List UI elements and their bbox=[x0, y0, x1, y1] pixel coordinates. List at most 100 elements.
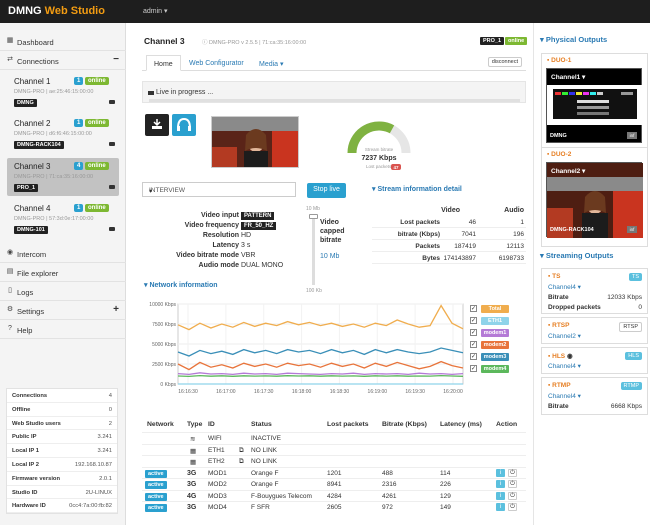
x-tick-label: 16:19:00 bbox=[368, 389, 388, 395]
legend-checkbox-total[interactable]: ✓ bbox=[470, 305, 477, 312]
x-tick-label: 16:19:30 bbox=[405, 389, 425, 395]
legend-checkbox-modem3[interactable]: ✓ bbox=[470, 353, 477, 360]
info-button[interactable]: i bbox=[496, 480, 505, 488]
info-icon[interactable]: inf bbox=[627, 226, 637, 233]
live-status-text: Live in progress ... bbox=[156, 89, 214, 96]
legend-modem2[interactable]: modem2 bbox=[481, 341, 509, 349]
nav-connections[interactable]: ⇄ Connections − bbox=[0, 52, 126, 70]
channel-sub: DMNG-PRO | ae:25:46:15:00:00 bbox=[14, 89, 94, 95]
nav-file-explorer[interactable]: ▤ File explorer bbox=[0, 264, 126, 282]
network-row: active 3G MOD1 Orange F 1201 488 114 i ⏻ bbox=[142, 466, 526, 479]
network-chart: 10000 Kbps 7500 Kbps 5000 Kbps 2500 Kbps 0 K… bbox=[136, 299, 528, 424]
profile-select[interactable]: INTERVIEW ▾ bbox=[142, 182, 296, 197]
collapse-icon[interactable]: − bbox=[113, 54, 119, 65]
power-button[interactable]: ⏻ bbox=[508, 468, 517, 477]
stream-output-value: 12033 Kbps bbox=[607, 294, 642, 301]
slider-track bbox=[312, 215, 315, 285]
camera-icon bbox=[109, 142, 115, 146]
channel-title: Channel 3 bbox=[144, 36, 185, 46]
expand-icon[interactable]: + bbox=[113, 304, 119, 315]
power-button[interactable]: ⏻ bbox=[508, 503, 517, 511]
channel-item-3[interactable]: Channel 3 4 online DMNG-PRO | 71:ca:35:1… bbox=[7, 158, 119, 196]
stat-row: Connections 4 bbox=[7, 389, 117, 403]
nav-help[interactable]: ? Help bbox=[0, 321, 126, 339]
device-name: ▪ DUO-1 bbox=[547, 57, 571, 64]
info-button[interactable]: i bbox=[496, 468, 505, 477]
rtmp-button[interactable]: RTMP bbox=[620, 382, 642, 390]
info-button[interactable]: i bbox=[496, 503, 505, 511]
stream-info-row: Bytes 174143897 6198733 bbox=[372, 253, 526, 264]
network-status: NO LINK bbox=[251, 458, 278, 465]
main-panel: Channel 3 ⓘ DMNG-PRO v 2.5.5 | 71:ca:35:… bbox=[136, 23, 528, 525]
bitrate-mode-label: Video bitrate mode bbox=[176, 252, 239, 259]
nav-logs[interactable]: ▯ Logs bbox=[0, 283, 126, 301]
stop-live-button[interactable]: Stop live bbox=[307, 183, 346, 198]
row-key: Packets bbox=[415, 243, 440, 250]
active-badge: active bbox=[145, 469, 167, 478]
record-button[interactable] bbox=[145, 114, 169, 136]
legend-checkbox-modem2[interactable]: ✓ bbox=[470, 341, 477, 348]
latency-label: Latency bbox=[212, 242, 239, 249]
stat-value: 192.168.10.87 bbox=[74, 461, 112, 468]
series-line-modem4 bbox=[177, 374, 464, 378]
network-status: Orange F bbox=[251, 481, 279, 488]
network-info-title[interactable]: ▾ Network information bbox=[144, 281, 218, 289]
stream-output-name-text: RTSP bbox=[552, 322, 570, 329]
physical-outputs-title[interactable]: ▾ Physical Outputs bbox=[540, 35, 607, 44]
stream-output-channel[interactable]: Channel4 ▾ bbox=[548, 392, 581, 400]
legend-modem1[interactable]: modem1 bbox=[481, 329, 509, 337]
hls-button[interactable]: HLS bbox=[625, 352, 642, 360]
tab-media[interactable]: Media ▾ bbox=[252, 55, 291, 71]
stream-output-channel[interactable]: Channel2 ▾ bbox=[548, 332, 581, 340]
channel-item-1[interactable]: Channel 1 1 online DMNG-PRO | ae:25:46:1… bbox=[7, 73, 119, 111]
bitrate-slider[interactable]: 10 Mb Video capped bitrate 10 Mb 100 Kb bbox=[305, 206, 355, 297]
channel-count-badge: 1 bbox=[74, 204, 84, 212]
legend-eth1[interactable]: ETH1 bbox=[481, 317, 509, 325]
ts-button[interactable]: TS bbox=[628, 273, 642, 281]
legend-checkbox-eth1[interactable]: ✓ bbox=[470, 317, 477, 324]
nav-settings[interactable]: ⚙ Settings + bbox=[0, 302, 126, 320]
nav-intercom[interactable]: ◉ Intercom bbox=[0, 245, 126, 263]
channel-subtitle-text: DMNG-PRO v 2.5.5 | 71:ca:35:16:00:00 bbox=[209, 40, 307, 46]
col-status: Status bbox=[251, 421, 272, 428]
row-audio: 1 bbox=[520, 219, 524, 226]
monitor-channel-select[interactable]: Channel2 ▾ bbox=[551, 167, 585, 175]
info-button[interactable]: i bbox=[496, 491, 505, 500]
legend-modem4[interactable]: modem4 bbox=[481, 365, 509, 373]
lost-packets-label: Lost packets bbox=[366, 164, 392, 169]
monitor-channel-select[interactable]: Channel1 ▾ bbox=[551, 73, 585, 81]
info-icon[interactable]: inf bbox=[627, 132, 637, 139]
app-logo[interactable]: DMNG Web Studio bbox=[8, 5, 105, 17]
stream-output-channel[interactable]: Channel4 ▾ bbox=[548, 283, 581, 291]
network-id: MOD4 bbox=[208, 504, 227, 511]
online-badge: online bbox=[505, 37, 528, 45]
channel-item-4[interactable]: Channel 4 1 online DMNG-PRO | 57:3d:0e:1… bbox=[7, 200, 119, 238]
online-badge: online bbox=[85, 77, 109, 85]
nav-dashboard[interactable]: ▦ Dashboard bbox=[0, 33, 126, 51]
tab-web-configurator[interactable]: Web Configurator bbox=[182, 55, 251, 71]
network-id: MOD3 bbox=[208, 492, 227, 500]
user-menu[interactable]: admin ▾ bbox=[143, 7, 168, 15]
legend-checkbox-modem1[interactable]: ✓ bbox=[470, 329, 477, 336]
network-bitrate: 4261 bbox=[382, 492, 397, 500]
active-badge: active bbox=[145, 481, 167, 489]
channel-item-2[interactable]: Channel 2 1 online DMNG-PRO | d6:f6:46:1… bbox=[7, 115, 119, 153]
tab-home[interactable]: Home bbox=[146, 55, 181, 71]
rtsp-button[interactable]: RTSP bbox=[619, 322, 642, 332]
active-badge: active bbox=[145, 504, 167, 512]
online-badge: online bbox=[85, 162, 109, 170]
power-button[interactable]: ⏻ bbox=[508, 480, 517, 488]
legend-checkbox-modem4[interactable]: ✓ bbox=[470, 365, 477, 372]
resolution-value: HD bbox=[241, 232, 252, 239]
power-button[interactable]: ⏻ bbox=[508, 491, 517, 500]
slider-handle[interactable] bbox=[309, 214, 318, 219]
disconnect-button[interactable]: disconnect bbox=[487, 57, 522, 67]
stat-value: 2.0.1 bbox=[99, 475, 112, 482]
eye-icon[interactable]: ◉ bbox=[567, 353, 573, 360]
stream-info-title[interactable]: ▾ Stream information detail bbox=[372, 185, 462, 193]
legend-total[interactable]: Total bbox=[481, 305, 509, 313]
streaming-outputs-title[interactable]: ▾ Streaming Outputs bbox=[540, 251, 613, 260]
stream-output-channel[interactable]: Channel4 ▾ bbox=[548, 362, 581, 370]
intercom-button[interactable] bbox=[172, 114, 196, 136]
legend-modem3[interactable]: modem3 bbox=[481, 353, 509, 361]
